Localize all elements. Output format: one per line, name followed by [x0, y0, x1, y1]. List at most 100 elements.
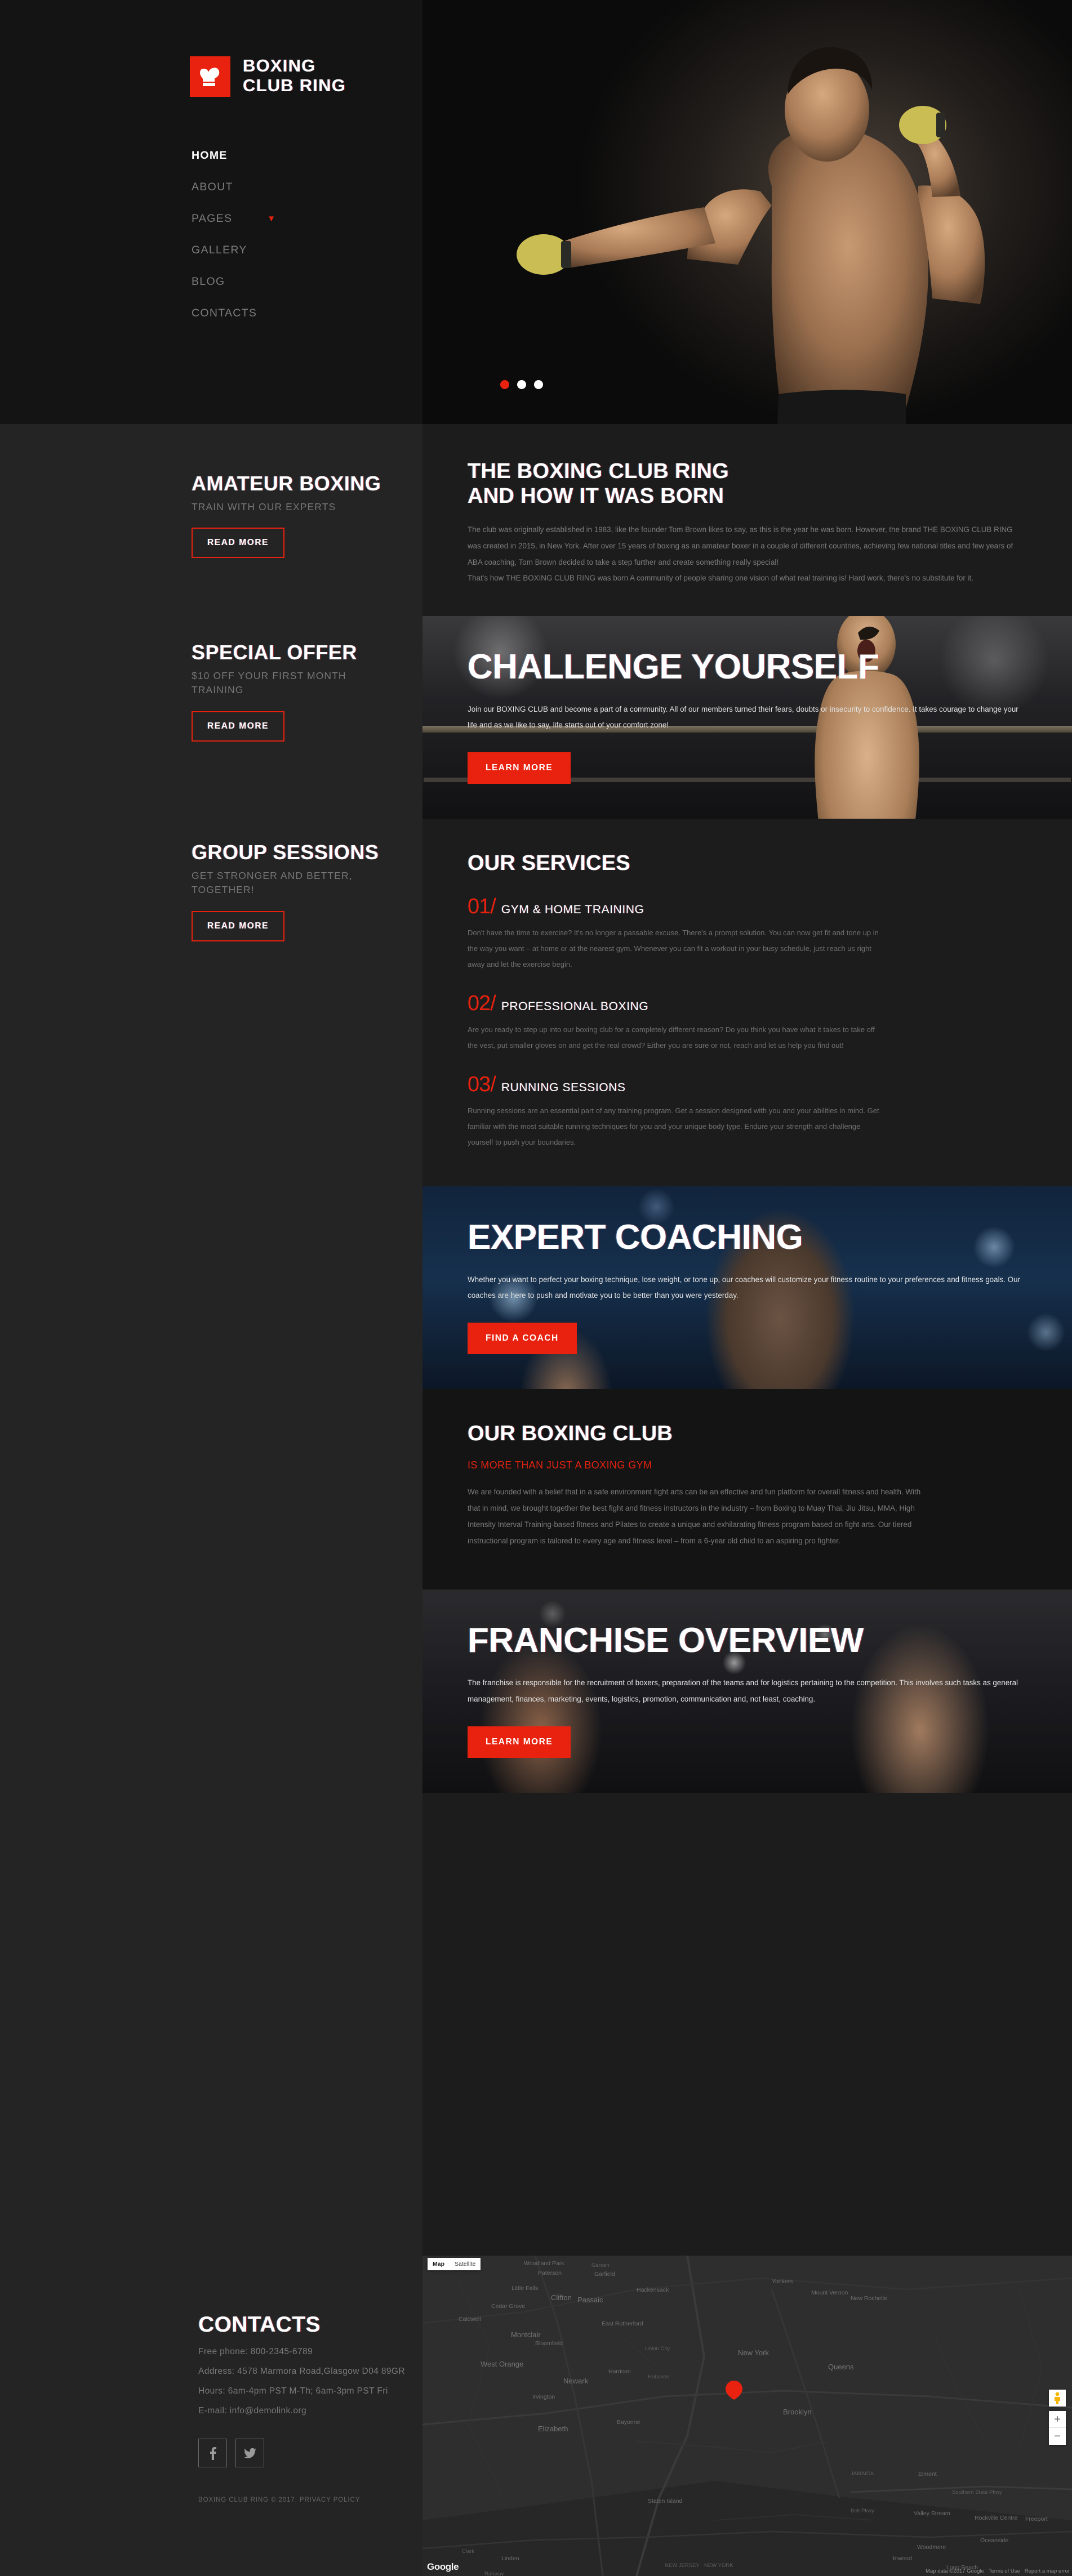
hero-dot-2[interactable]	[517, 380, 526, 389]
club-heading: OUR BOXING CLUB	[468, 1422, 673, 1446]
read-more-button[interactable]: READ MORE	[192, 711, 285, 742]
hero-dot-1[interactable]	[500, 380, 509, 389]
map-zoom-control[interactable]: + −	[1049, 2411, 1066, 2445]
hero-boxer-image	[517, 47, 985, 424]
franchise-text: The franchise is responsible for the rec…	[468, 1678, 1018, 1703]
challenge-banner: CHALLENGE YOURSELF Join our BOXING CLUB …	[422, 616, 1072, 819]
challenge-title: CHALLENGE YOURSELF	[468, 648, 879, 687]
nav-label: HOME	[192, 149, 228, 162]
promo-special-offer: SPECIAL OFFER $10 OFF YOUR FIRST MONTH T…	[192, 641, 383, 742]
contact-phone: Free phone: 800-2345-6789	[198, 2347, 313, 2356]
copyright: BOXING CLUB RING © 2017. PRIVACY POLICY	[198, 2497, 361, 2503]
boxing-glove-icon	[190, 56, 230, 97]
read-more-button[interactable]: READ MORE	[192, 528, 285, 559]
promo-title: AMATEUR BOXING	[192, 472, 381, 495]
nav-label: ABOUT	[192, 180, 233, 193]
facebook-glyph	[210, 2446, 216, 2460]
learn-more-button[interactable]: LEARN MORE	[468, 1726, 571, 1758]
brand[interactable]: BOXING CLUB RING	[190, 56, 346, 97]
twitter-glyph	[243, 2448, 256, 2458]
franchise-content: FRANCHISE OVERVIEW The franchise is resp…	[422, 1590, 1072, 1792]
nav-item-home[interactable]: HOME	[192, 140, 377, 171]
service-name: GYM & HOME TRAINING	[501, 903, 644, 917]
intro-section: THE BOXING CLUB RING AND HOW IT WAS BORN…	[422, 424, 1072, 617]
contact-address: Address: 4578 Marmora Road,Glasgow D04 8…	[198, 2367, 405, 2376]
franchise-title: FRANCHISE OVERVIEW	[468, 1621, 864, 1660]
coaching-content: EXPERT COACHING Whether you want to perf…	[422, 1186, 1072, 1389]
service-number: 02/	[468, 992, 496, 1016]
promo-amateur-boxing: AMATEUR BOXING TRAIN WITH OUR EXPERTS RE…	[192, 472, 383, 559]
nav-label: PAGES	[192, 212, 233, 225]
service-name: RUNNING SESSIONS	[501, 1081, 626, 1095]
nav-item-pages[interactable]: PAGES ▼	[192, 203, 377, 234]
nav-label: GALLERY	[192, 243, 247, 256]
nav-item-blog[interactable]: BLOG	[192, 266, 377, 297]
nav-item-gallery[interactable]: GALLERY	[192, 234, 377, 266]
coaching-text: Whether you want to perfect your boxing …	[468, 1275, 1021, 1300]
nav-label: BLOG	[192, 275, 225, 288]
service-item-2: 02/ PROFESSIONAL BOXING Are you ready to…	[468, 993, 1027, 1053]
services-section: OUR SERVICES 01/ GYM & HOME TRAINING Don…	[422, 819, 1072, 1186]
club-text: We are founded with a belief that in a s…	[468, 1488, 921, 1545]
sidebar: BOXING CLUB RING HOME ABOUT PAGES ▼ GALL…	[0, 0, 422, 2576]
services-heading: OUR SERVICES	[468, 851, 630, 876]
zoom-out-button[interactable]: −	[1049, 2428, 1066, 2445]
service-name: PROFESSIONAL BOXING	[501, 1000, 649, 1014]
nav-label: CONTACTS	[192, 306, 257, 319]
main-content: THE BOXING CLUB RING AND HOW IT WAS BORN…	[422, 0, 1072, 1793]
map-attribution: Map data ©2017 Google Terms of Use Repor…	[926, 2568, 1070, 2574]
promo-title: SPECIAL OFFER	[192, 641, 357, 664]
intro-heading: THE BOXING CLUB RING AND HOW IT WAS BORN	[468, 459, 730, 508]
pegman-icon	[1055, 2392, 1060, 2404]
google-map[interactable]: Map Satellite + − Google Map data ©2017 …	[422, 2256, 1072, 2576]
hero-dots	[500, 380, 543, 389]
challenge-content: CHALLENGE YOURSELF Join our BOXING CLUB …	[422, 616, 1072, 819]
club-section: OUR BOXING CLUB IS MORE THAN JUST A BOXI…	[422, 1389, 1072, 1590]
service-head: 02/ PROFESSIONAL BOXING	[468, 993, 1027, 1014]
promo-subtitle: GET STRONGER AND BETTER, TOGETHER!	[192, 869, 353, 896]
social-links	[198, 2439, 424, 2467]
contacts-block: CONTACTS Free phone: 800-2345-6789 Addre…	[198, 2312, 424, 2503]
map-type-satellite[interactable]: Satellite	[450, 2258, 481, 2270]
service-number: 03/	[468, 1073, 496, 1097]
map-data-credit: Map data ©2017 Google	[926, 2568, 984, 2574]
contact-hours: Hours: 6am-4pm PST M-Th; 6am-3pm PST Fri	[198, 2386, 388, 2396]
map-type-control[interactable]: Map Satellite	[428, 2258, 481, 2270]
contact-email: E-mail: info@demolink.org	[198, 2406, 306, 2416]
coaching-banner: EXPERT COACHING Whether you want to perf…	[422, 1186, 1072, 1390]
service-text: Are you ready to step up into our boxing…	[468, 1025, 875, 1050]
read-more-button[interactable]: READ MORE	[192, 910, 285, 941]
intro-paragraph-2: That's how THE BOXING CLUB RING was born…	[468, 574, 973, 583]
zoom-in-button[interactable]: +	[1049, 2411, 1066, 2428]
promo-group-sessions: GROUP SESSIONS GET STRONGER AND BETTER, …	[192, 841, 383, 941]
hero-dot-3[interactable]	[534, 380, 543, 389]
nav-item-contacts[interactable]: CONTACTS	[192, 297, 377, 329]
brand-name: BOXING CLUB RING	[243, 56, 346, 95]
service-text: Don't have the time to exercise? It's no…	[468, 928, 879, 969]
map-type-map[interactable]: Map	[428, 2258, 450, 2270]
find-a-coach-button[interactable]: FIND A COACH	[468, 1323, 577, 1355]
challenge-text: Join our BOXING CLUB and become a part o…	[468, 705, 1018, 730]
service-text: Running sessions are an essential part o…	[468, 1106, 879, 1146]
hero-slider	[422, 0, 1072, 424]
chevron-down-icon: ▼	[267, 213, 277, 224]
twitter-icon[interactable]	[235, 2439, 264, 2467]
promo-subtitle: $10 OFF YOUR FIRST MONTH TRAINING	[192, 669, 346, 696]
promo-subtitle: TRAIN WITH OUR EXPERTS	[192, 501, 336, 512]
report-map-error-link[interactable]: Report a map error	[1025, 2568, 1070, 2574]
boxing-glove-svg	[200, 68, 220, 86]
service-item-1: 01/ GYM & HOME TRAINING Don't have the t…	[468, 896, 1027, 972]
service-head: 01/ GYM & HOME TRAINING	[468, 896, 1027, 917]
franchise-banner: FRANCHISE OVERVIEW The franchise is resp…	[422, 1590, 1072, 1793]
map-marker-icon[interactable]	[724, 2381, 744, 2400]
learn-more-button[interactable]: LEARN MORE	[468, 752, 571, 784]
nav-item-about[interactable]: ABOUT	[192, 171, 377, 203]
club-subheading: IS MORE THAN JUST A BOXING GYM	[468, 1459, 652, 1471]
coaching-title: EXPERT COACHING	[468, 1217, 803, 1257]
map-roads	[422, 2256, 1072, 2576]
service-item-3: 03/ RUNNING SESSIONS Running sessions ar…	[468, 1074, 1027, 1150]
pegman-street-view-control[interactable]	[1049, 2390, 1066, 2407]
contacts-heading: CONTACTS	[198, 2312, 321, 2337]
terms-of-use-link[interactable]: Terms of Use	[989, 2568, 1020, 2574]
facebook-icon[interactable]	[198, 2439, 227, 2467]
